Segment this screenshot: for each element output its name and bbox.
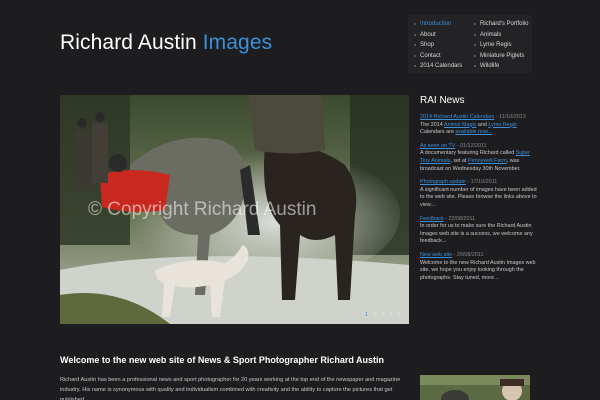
- photo-watermark: © Copyright Richard Austin: [88, 199, 317, 220]
- thumbnail-image: [420, 375, 530, 400]
- nav-item-calendars[interactable]: 2014 Calendars: [414, 61, 462, 72]
- bullet-icon: [474, 33, 476, 36]
- news-inline-link[interactable]: available now...: [455, 129, 492, 135]
- slide-dot-3[interactable]: 3: [380, 312, 385, 318]
- news-headline-link[interactable]: As seen on TV: [420, 143, 455, 149]
- news-date: 01/12/2011: [460, 142, 487, 149]
- slide-dot-1[interactable]: 1: [364, 312, 369, 318]
- news-item: 2014 Richard Austin Calendars - 11/10/20…: [420, 114, 540, 137]
- nav-item-animals[interactable]: Animals: [474, 30, 529, 41]
- bullet-icon: [474, 65, 476, 67]
- news-body: In order for us to make sure the Richard…: [420, 223, 533, 245]
- news-headline-link[interactable]: 2014 Richard Austin Calendars: [420, 114, 494, 120]
- news-date: 17/10/2011: [470, 179, 498, 186]
- news-body: A documentary featuring Richard called S…: [420, 150, 530, 172]
- news-date: 20/08/2011: [456, 251, 484, 258]
- news-headline-link[interactable]: New web site: [420, 252, 452, 258]
- news-item: As seen on TV - 01/12/2011 A documentary…: [420, 143, 540, 173]
- news-date: 22/08/2011: [448, 215, 476, 222]
- news-sidebar: RAI News 2014 Richard Austin Calendars -…: [420, 95, 540, 288]
- hero-slideshow[interactable]: © Copyright Richard Austin 1 2 3 4 5: [60, 95, 409, 324]
- news-date: 11/10/2013: [499, 114, 526, 120]
- news-headline-link[interactable]: Feedback: [420, 216, 444, 222]
- bullet-icon: [414, 33, 416, 36]
- news-headline-link[interactable]: Photograph update: [420, 179, 466, 185]
- nav-item-wildlife[interactable]: Wildlife: [474, 61, 529, 72]
- news-body: A significant number of images have been…: [420, 186, 537, 208]
- site-logo[interactable]: Richard Austin Images: [60, 31, 272, 55]
- news-title: RAI News: [420, 95, 465, 106]
- news-inline-link[interactable]: Lyme Regis: [488, 122, 516, 128]
- slide-dot-4[interactable]: 4: [388, 312, 393, 318]
- nav-item-miniature-piglets[interactable]: Miniature Piglets: [474, 51, 529, 62]
- welcome-heading: Welcome to the new web site of News & Sp…: [60, 355, 385, 365]
- thumbnail-photo[interactable]: [420, 375, 530, 400]
- nav-item-shop[interactable]: Shop: [414, 40, 462, 51]
- nav-column-2: Richard's Portfolio Animals Lyme Regis M…: [474, 19, 529, 72]
- news-item: New web site - 20/08/2011 Welcome to the…: [420, 252, 540, 282]
- slide-pager: 1 2 3 4 5: [364, 312, 401, 318]
- news-body: Welcome to the new Richard Austin Images…: [420, 259, 536, 281]
- bullet-icon: [414, 65, 416, 67]
- bullet-icon: [474, 54, 476, 57]
- news-item: Photograph update - 17/10/2011 A signifi…: [420, 179, 540, 209]
- nav-item-lyme-regis[interactable]: Lyme Regis: [474, 40, 529, 51]
- slide-dot-2[interactable]: 2: [372, 312, 377, 318]
- nav-item-introduction[interactable]: Introduction: [414, 19, 462, 30]
- bullet-icon: [414, 23, 416, 25]
- bullet-icon: [414, 54, 416, 57]
- news-body: The 2014 Animal Magic and Lyme Regis Cal…: [420, 121, 517, 136]
- nav-item-about[interactable]: About: [414, 30, 462, 41]
- nav-column-1: Introduction About Shop Contact 2014 Cal…: [414, 19, 462, 72]
- nav-item-portfolio[interactable]: Richard's Portfolio: [474, 19, 529, 30]
- news-inline-link[interactable]: Animal Magic: [444, 122, 476, 128]
- bullet-icon: [474, 23, 476, 25]
- slide-dot-5[interactable]: 5: [396, 312, 401, 318]
- logo-main: Richard Austin: [60, 31, 197, 54]
- welcome-text: Richard Austin has been a professional n…: [60, 377, 401, 400]
- page: Richard Austin Images Introduction About…: [0, 0, 600, 400]
- nav-item-contact[interactable]: Contact: [414, 51, 462, 62]
- news-item: Feedback - 22/08/2011 In order for us to…: [420, 216, 540, 246]
- news-inline-link[interactable]: Pennywell Farm: [468, 158, 507, 164]
- main-nav: Introduction About Shop Contact 2014 Cal…: [408, 15, 532, 73]
- bullet-icon: [474, 44, 476, 46]
- bullet-icon: [414, 44, 416, 46]
- logo-accent: Images: [202, 31, 273, 54]
